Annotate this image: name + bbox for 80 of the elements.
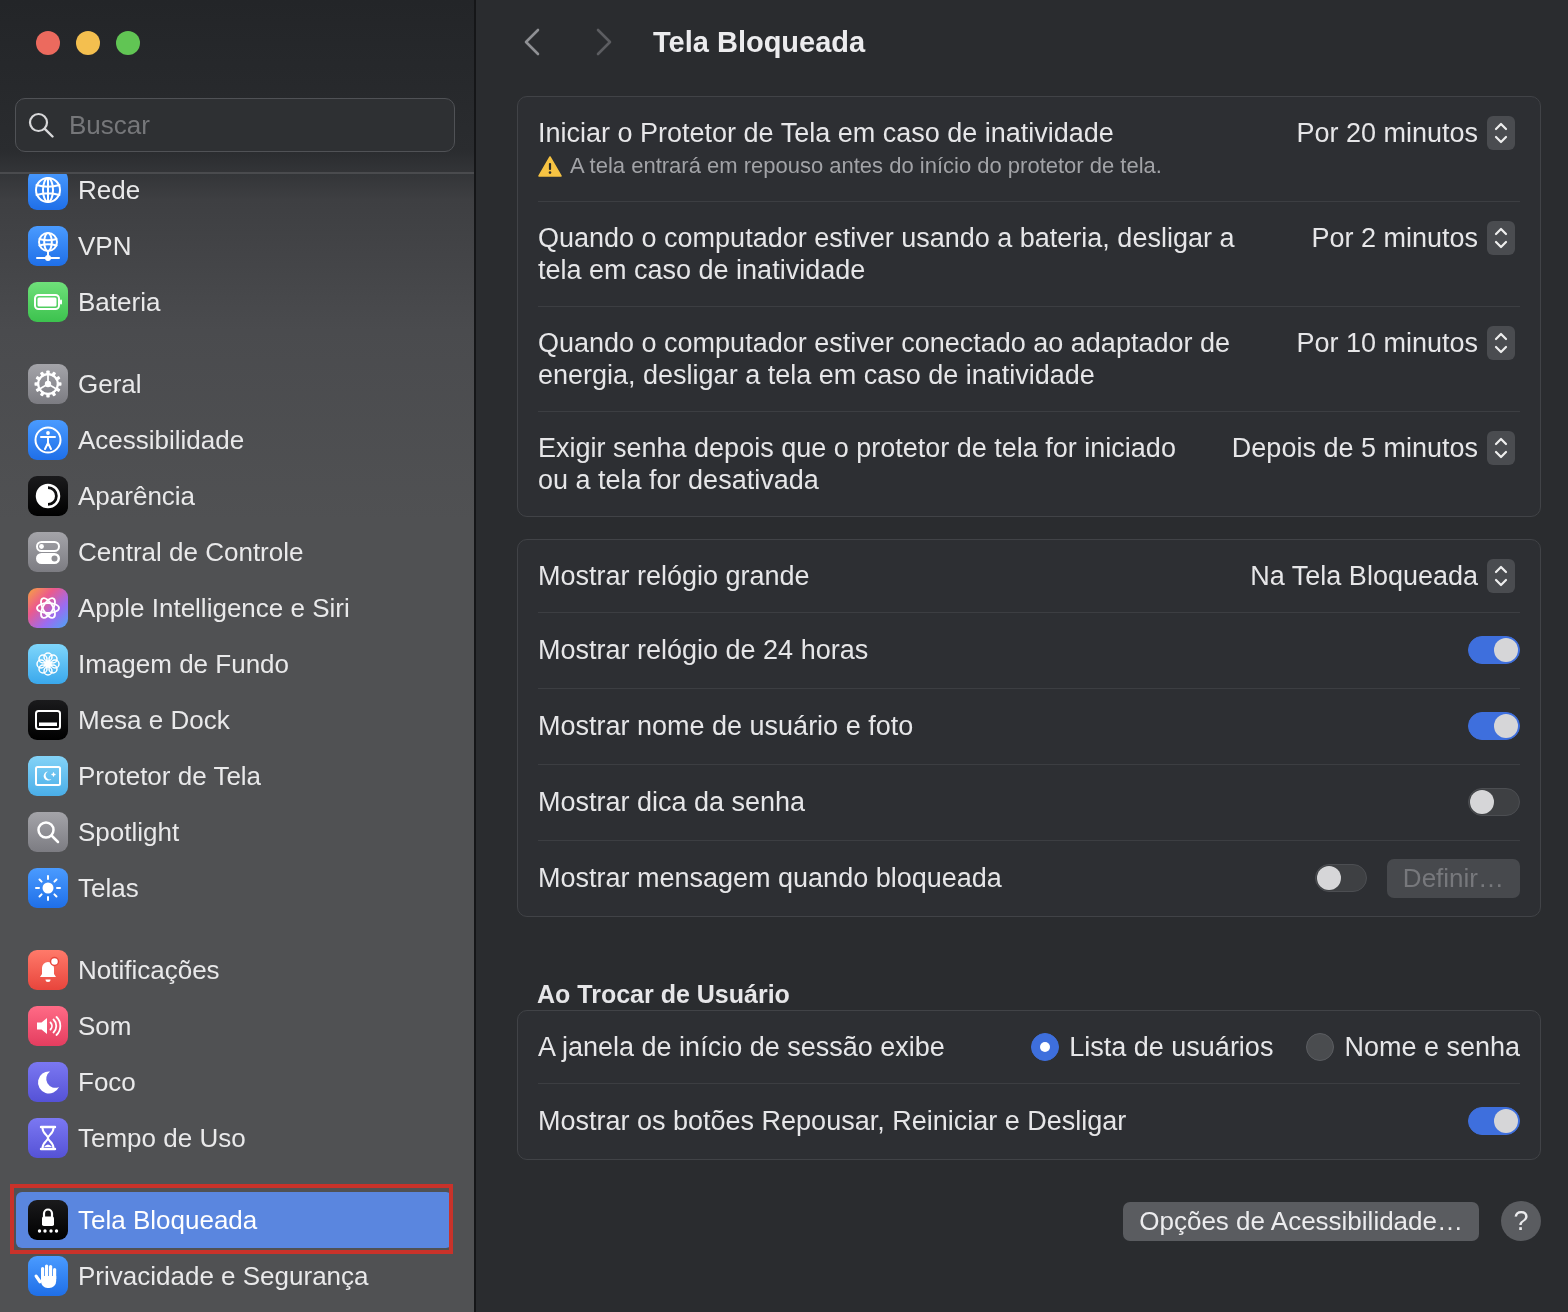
setting-label: A janela de início de sessão exibe	[538, 1031, 946, 1063]
stepper-icon	[1487, 116, 1515, 150]
sidebar-item[interactable]: Acessibilidade	[16, 412, 452, 468]
hand-icon	[28, 1256, 68, 1296]
help-button[interactable]: ?	[1501, 1201, 1541, 1241]
setting-label: Iniciar o Protetor de Tela em caso de inatividade	[538, 117, 1115, 149]
setting-label: Exigir senha depois que o protetor de tela for iniciado ou a tela for desativada	[538, 432, 1177, 496]
lock-icon	[28, 1200, 68, 1240]
flower-icon	[28, 644, 68, 684]
speaker-icon	[28, 1006, 68, 1046]
stepper-icon	[1487, 431, 1515, 465]
warning-note: A tela entrará em repouso antes do início do protetor de tela.	[570, 153, 1162, 179]
popup-button[interactable]: Na Tela Bloqueada	[1250, 559, 1520, 593]
minimize-button[interactable]	[76, 31, 100, 55]
sidebar-item[interactable]: Tempo de Uso	[16, 1110, 452, 1166]
popup-button[interactable]: Por 10 minutos	[1296, 326, 1520, 360]
search-icon	[28, 112, 54, 138]
sidebar-item[interactable]: Apple Intelligence e Siri	[16, 580, 452, 636]
section-heading: Ao Trocar de Usuário	[537, 979, 791, 1010]
warning-icon	[538, 155, 562, 177]
chevron-left-icon	[523, 28, 541, 56]
popup-button[interactable]: Depois de 5 minutos	[1231, 431, 1520, 465]
setting-label: Mostrar mensagem quando bloqueada	[538, 862, 1003, 894]
moon-icon	[28, 1062, 68, 1102]
toggle-switch[interactable]	[1468, 1107, 1520, 1135]
setting-label: Quando o computador estiver usando a bateria, desligar a tela em caso de inatividade	[538, 222, 1236, 286]
setting-label: Mostrar dica da senha	[538, 786, 807, 818]
sidebar-item[interactable]: Foco	[16, 1054, 452, 1110]
setting-label: Mostrar relógio de 24 horas	[538, 634, 870, 666]
setting-label: Mostrar os botões Repousar, Reiniciar e Desligar	[538, 1105, 1128, 1137]
radio-button[interactable]	[1031, 1033, 1060, 1061]
zoom-button[interactable]	[116, 31, 140, 55]
toggle-switch[interactable]	[1468, 788, 1520, 816]
toggle-switch[interactable]	[1468, 636, 1520, 664]
battery-icon	[28, 282, 68, 322]
popup-button[interactable]: Por 20 minutos	[1296, 116, 1520, 150]
globe-network-icon	[28, 226, 68, 266]
hourglass-icon	[28, 1118, 68, 1158]
sidebar-item[interactable]: Imagem de Fundo	[16, 636, 452, 692]
sidebar-item[interactable]: Telas	[16, 860, 452, 916]
chevron-right-icon	[595, 28, 613, 56]
sidebar-item[interactable]: Notificações	[16, 942, 452, 998]
radio-button[interactable]	[1306, 1033, 1335, 1061]
toggle-switch[interactable]	[1314, 864, 1367, 892]
screen-moon-icon	[28, 756, 68, 796]
setting-label: Mostrar nome de usuário e foto	[538, 710, 915, 742]
stepper-icon	[1487, 326, 1515, 360]
globe-icon	[28, 174, 68, 210]
sidebar-item[interactable]: Mesa e Dock	[16, 692, 452, 748]
stepper-icon	[1487, 221, 1515, 255]
magnifier-icon	[28, 812, 68, 852]
sidebar-item[interactable]: Spotlight	[16, 804, 452, 860]
sun-icon	[28, 868, 68, 908]
radio-label[interactable]: Lista de usuários	[1069, 1031, 1274, 1063]
dock-icon	[28, 700, 68, 740]
accessibility-icon	[28, 420, 68, 460]
sidebar-item[interactable]: Protetor de Tela	[16, 748, 452, 804]
search-field[interactable]: Buscar	[15, 98, 455, 152]
sidebar-item[interactable]: Geral	[16, 356, 452, 412]
setting-label: Quando o computador estiver conectado ao adaptador de energia, desligar a tela em caso de inatividade	[538, 327, 1231, 391]
sidebar-item[interactable]: Rede	[16, 174, 452, 218]
page-title: Tela Bloqueada	[653, 25, 866, 59]
bell-icon	[28, 950, 68, 990]
toggle-switch[interactable]	[1468, 712, 1520, 740]
toggles-icon	[28, 532, 68, 572]
atom-icon	[28, 588, 68, 628]
sidebar-item[interactable]: Bateria	[16, 274, 452, 330]
radio-label[interactable]: Nome e senha	[1344, 1031, 1520, 1063]
sidebar-item[interactable]: Aparência	[16, 468, 452, 524]
sidebar-item[interactable]: Privacidade e Segurança	[16, 1248, 452, 1304]
sidebar-item[interactable]: Tela Bloqueada	[16, 1192, 452, 1248]
sidebar-item[interactable]: Som	[16, 998, 452, 1054]
popup-button[interactable]: Por 2 minutos	[1311, 221, 1520, 255]
setting-label: Mostrar relógio grande	[538, 560, 811, 592]
close-button[interactable]	[36, 31, 60, 55]
accessibility-options-button[interactable]: Opções de Acessibilidade…	[1123, 1201, 1479, 1241]
sidebar-item[interactable]: VPN	[16, 218, 452, 274]
sidebar-item[interactable]: Central de Controle	[16, 524, 452, 580]
gear-icon	[28, 364, 68, 404]
stepper-icon	[1487, 559, 1515, 593]
